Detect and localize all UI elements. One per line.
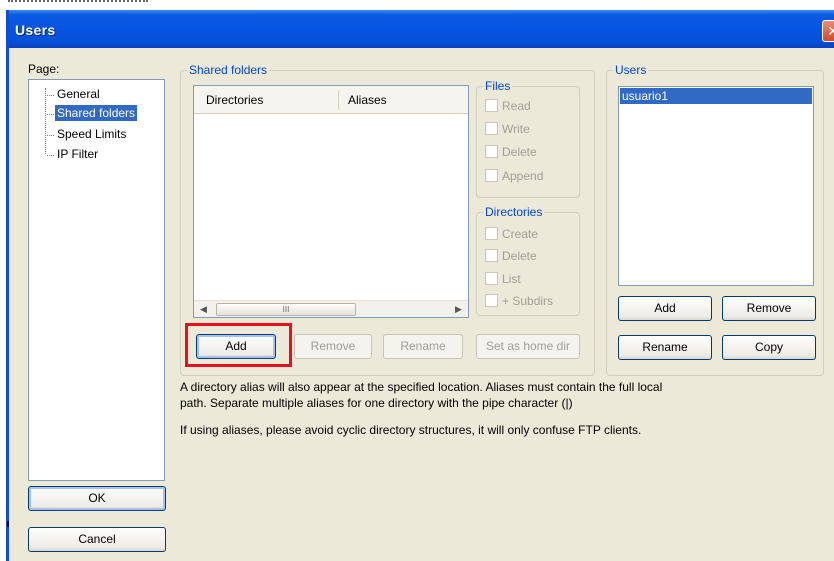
directories-title: Directories: [483, 205, 545, 219]
checkbox-subdirs[interactable]: + Subdirs: [485, 294, 553, 310]
checkbox-list[interactable]: List: [485, 272, 521, 288]
edge-mark: [7, 521, 9, 527]
alias-help-line3: If using aliases, please avoid cyclic di…: [180, 423, 642, 437]
directories-listview[interactable]: Directories Aliases ◀ III ▶: [193, 85, 469, 318]
tree-branch: [47, 95, 54, 96]
listview-header: Directories Aliases: [194, 86, 468, 114]
page-label: Page:: [28, 62, 60, 76]
column-aliases[interactable]: Aliases: [348, 93, 387, 107]
checkbox-delete-dir[interactable]: Delete: [485, 249, 537, 265]
tree-item-general[interactable]: General: [47, 86, 102, 104]
checkbox-label: Delete: [502, 145, 537, 159]
tree-item-speed-limits[interactable]: Speed Limits: [47, 126, 128, 144]
window-title: Users: [15, 22, 56, 38]
horizontal-scrollbar[interactable]: ◀ III ▶: [194, 300, 468, 317]
rename-user-button[interactable]: Rename: [618, 335, 712, 360]
tree-branch: [47, 114, 54, 115]
checkbox-label: Create: [502, 227, 539, 241]
checkbox-label: Delete: [502, 249, 537, 263]
checkbox-label: + Subdirs: [502, 294, 554, 308]
checkbox-label: Read: [502, 99, 531, 113]
files-title: Files: [483, 79, 513, 93]
tree-item-shared-folders[interactable]: Shared folders: [47, 105, 138, 123]
checkbox-box: [485, 249, 498, 262]
checkbox-box: [485, 227, 498, 240]
checkbox-box: [485, 145, 498, 158]
checkbox-label: Write: [502, 122, 530, 136]
add-user-button[interactable]: Add: [618, 296, 712, 321]
cancel-button[interactable]: Cancel: [28, 527, 166, 552]
tree-item-label: IP Filter: [57, 147, 99, 161]
ok-button[interactable]: OK: [28, 486, 166, 511]
users-listbox[interactable]: usuario1: [618, 86, 814, 286]
checkbox-label: Append: [502, 169, 544, 183]
tree-branch: [47, 135, 54, 136]
truncated-caption: [8, 0, 148, 4]
column-directories[interactable]: Directories: [206, 93, 263, 107]
scroll-left-icon[interactable]: ◀: [196, 302, 211, 317]
title-bar[interactable]: Users ✕: [9, 10, 834, 48]
column-divider: [338, 90, 339, 110]
set-home-dir-button[interactable]: Set as home dir: [476, 334, 580, 359]
tree-branch: [47, 155, 54, 156]
alias-help-line2: path. Separate multiple aliases for one …: [180, 396, 573, 410]
checkbox-box: [485, 99, 498, 112]
checkbox-read[interactable]: Read: [485, 99, 531, 115]
checkbox-box: [485, 294, 498, 307]
remove-directory-button[interactable]: Remove: [294, 334, 372, 359]
tree-item-label: Speed Limits: [57, 127, 127, 141]
tree-item-label: General: [57, 87, 100, 101]
checkbox-delete-file[interactable]: Delete: [485, 145, 537, 161]
page-tree: General Shared folders Speed Limits IP F…: [28, 79, 165, 481]
tree-connector-line: [45, 88, 46, 154]
checkbox-create[interactable]: Create: [485, 227, 538, 243]
remove-user-button[interactable]: Remove: [722, 296, 816, 321]
checkbox-box: [485, 169, 498, 182]
checkbox-label: List: [502, 272, 521, 286]
highlight-annotation: [185, 323, 292, 367]
user-list-item[interactable]: usuario1: [620, 88, 812, 104]
checkbox-box: [485, 122, 498, 135]
alias-help-line1: A directory alias will also appear at th…: [180, 380, 663, 394]
close-icon[interactable]: ✕: [822, 20, 834, 42]
users-title: Users: [613, 63, 649, 77]
tree-item-ip-filter[interactable]: IP Filter: [47, 146, 100, 164]
checkbox-box: [485, 272, 498, 285]
scroll-right-icon[interactable]: ▶: [451, 302, 466, 317]
checkbox-append[interactable]: Append: [485, 169, 543, 185]
checkbox-write[interactable]: Write: [485, 122, 530, 138]
copy-user-button[interactable]: Copy: [722, 335, 816, 360]
rename-directory-button[interactable]: Rename: [383, 334, 463, 359]
scroll-thumb[interactable]: III: [216, 303, 356, 316]
shared-folders-title: Shared folders: [187, 63, 270, 77]
tree-item-label: Shared folders: [55, 105, 138, 121]
